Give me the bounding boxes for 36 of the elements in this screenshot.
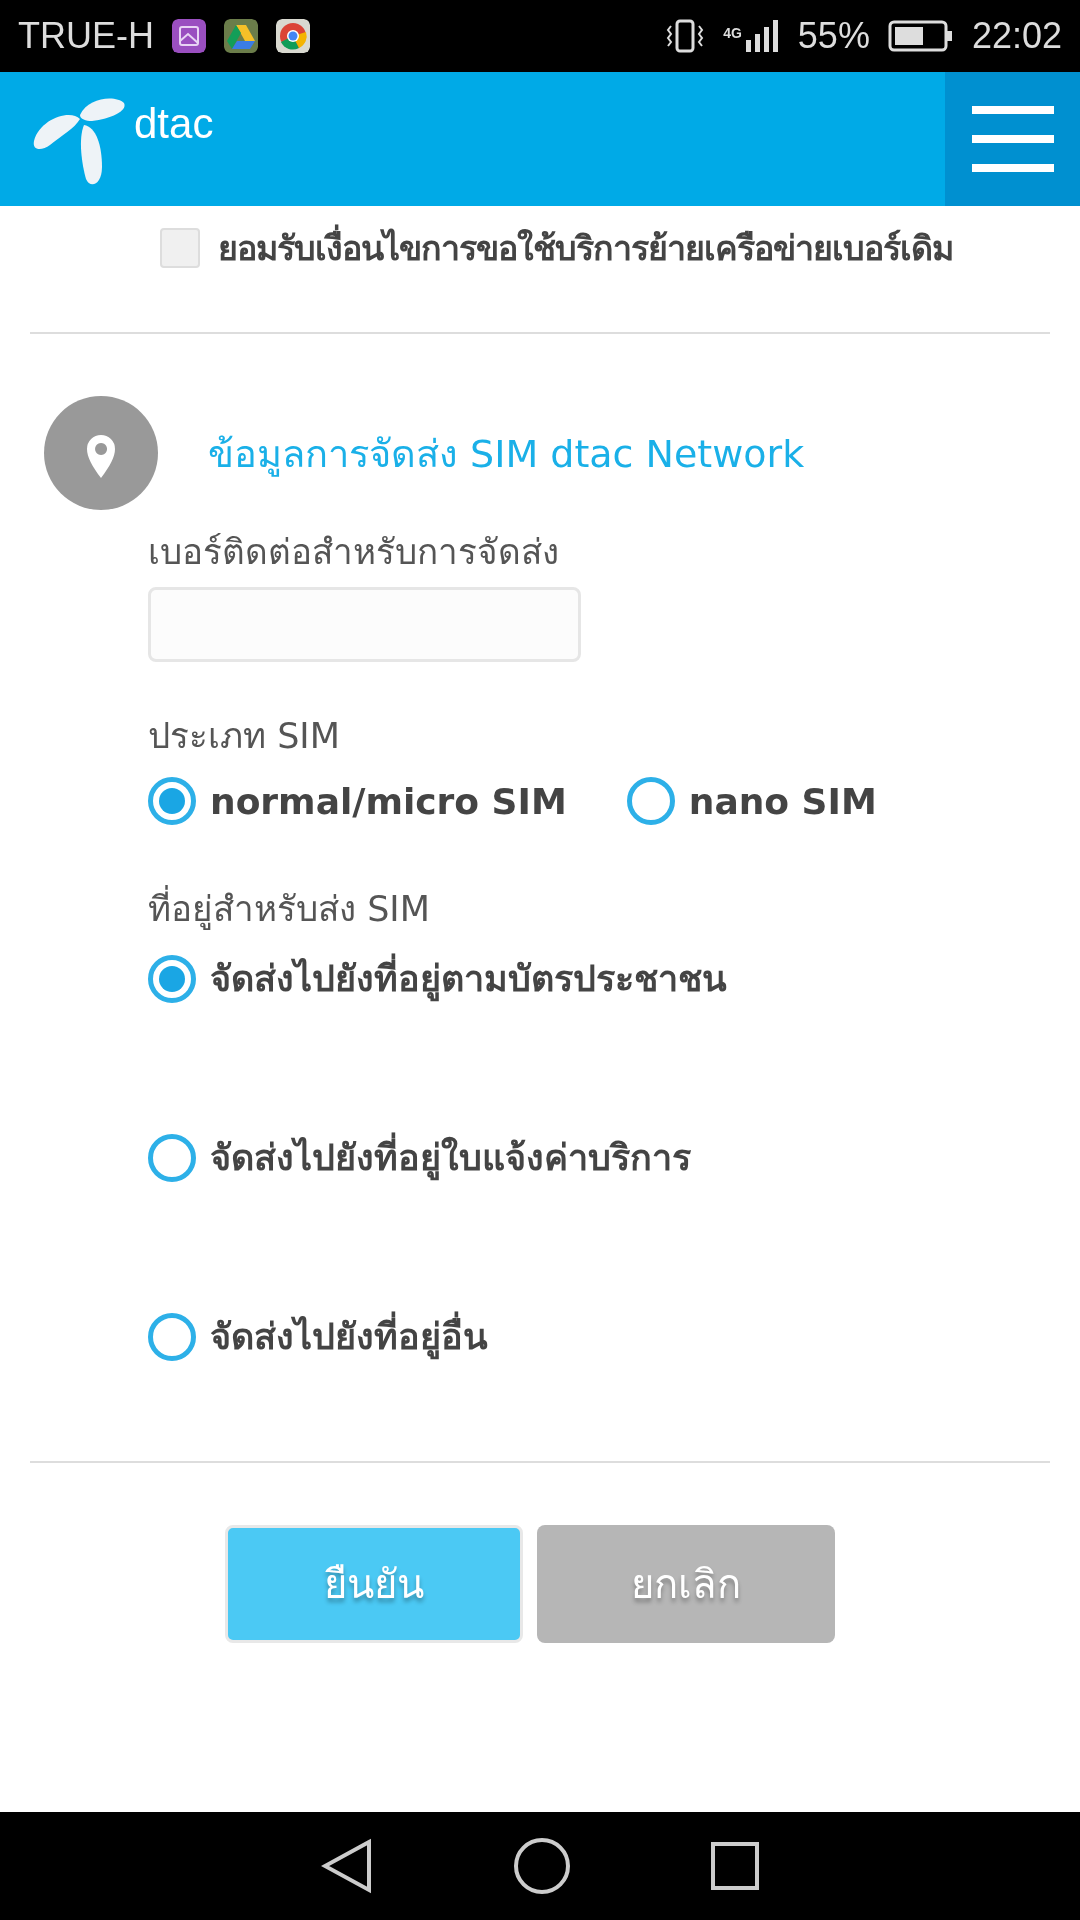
menu-icon	[971, 104, 1054, 174]
radio-button[interactable]	[626, 777, 675, 825]
menu-button[interactable]	[945, 72, 1080, 206]
home-icon[interactable]	[513, 1837, 571, 1895]
carrier-name: TRUE-H	[18, 15, 154, 57]
network-type: 4G	[723, 25, 742, 41]
section-title: ข้อมูลการจัดส่ง SIM dtac Network	[208, 430, 805, 479]
location-pin-icon	[44, 396, 158, 510]
battery-icon	[887, 19, 954, 53]
field-label: เบอร์ติดต่อสำหรับการจัดส่ง	[148, 531, 560, 574]
cancel-button[interactable]: ยกเลิก	[537, 1525, 835, 1643]
logo-text: dtac	[134, 100, 214, 148]
gallery-app-icon	[172, 19, 206, 53]
terms-label: ยอมรับเงื่อนไขการขอใช้บริการย้ายเครือข่ายเบอร์เดิม	[218, 221, 953, 275]
signal-icon	[745, 18, 780, 54]
radio-button[interactable]	[148, 1133, 196, 1182]
battery-percent: 55%	[797, 15, 870, 57]
radio-button[interactable]	[148, 1312, 196, 1361]
radio-button[interactable]	[148, 777, 196, 825]
checkbox[interactable]	[160, 228, 200, 268]
option-label: จัดส่งไปยังที่อยู่อื่น	[210, 1308, 488, 1365]
drive-app-icon	[224, 19, 258, 53]
option-label: จัดส่งไปยังที่อยู่ใบแจ้งค่าบริการ	[210, 1129, 691, 1186]
field-label: ประเภท SIM	[148, 715, 341, 758]
option-label: จัดส่งไปยังที่อยู่ตามบัตรประชาชน	[210, 950, 727, 1007]
option-label: normal/micro SIM	[210, 780, 567, 822]
radio-button[interactable]	[148, 954, 196, 1003]
browser-app-icon	[276, 19, 310, 53]
field-label: ที่อยู่สำหรับส่ง SIM	[148, 881, 1050, 936]
back-icon[interactable]	[321, 1838, 373, 1894]
clock-time: 22:02	[971, 15, 1062, 57]
phone-input-field[interactable]	[148, 587, 581, 662]
vibrate-icon	[665, 18, 706, 54]
recent-apps-icon[interactable]	[711, 1842, 759, 1890]
option-label: nano SIM	[688, 780, 877, 822]
confirm-button[interactable]: ยืนยัน	[225, 1525, 523, 1643]
